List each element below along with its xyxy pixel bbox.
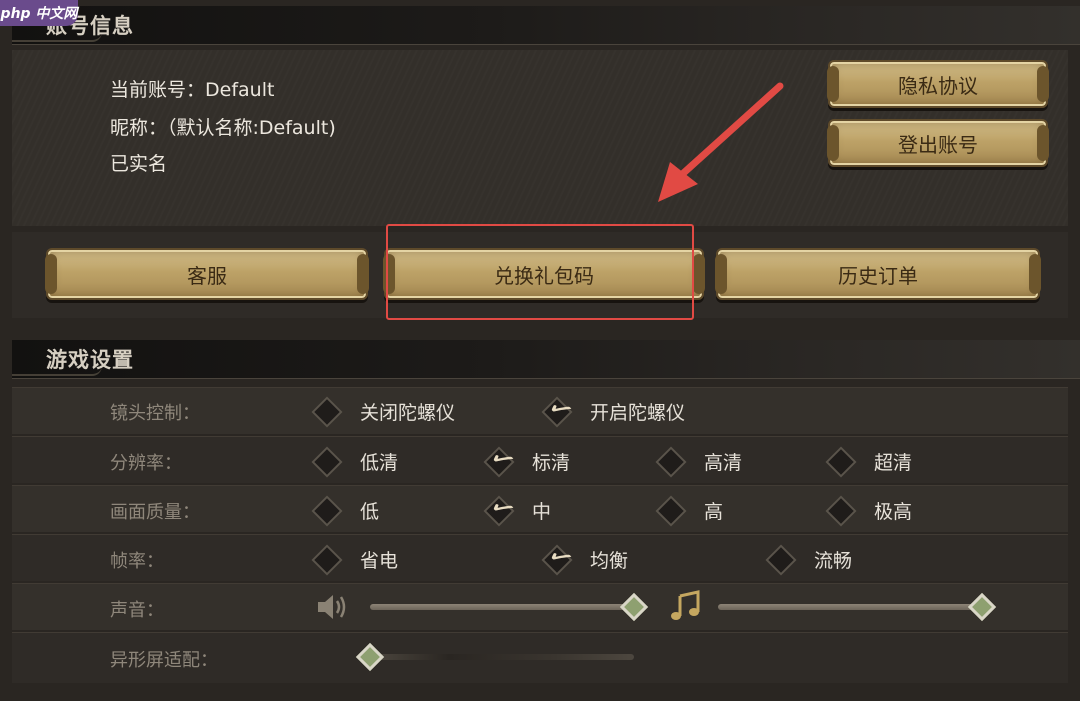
order-history-button[interactable]: 历史订单 — [715, 248, 1041, 300]
order-history-button-label: 历史订单 — [838, 263, 918, 288]
support-button[interactable]: 客服 — [45, 248, 369, 300]
annotation-highlight-box — [386, 224, 694, 320]
logout-button[interactable]: 登出账号 — [827, 119, 1049, 167]
option-quality-high[interactable]: 高 — [655, 494, 723, 527]
notch-adapt-label: 异形屏适配： — [110, 650, 218, 671]
sound-label: 声音： — [110, 600, 164, 621]
option-resolution-high[interactable]: 高清 — [655, 445, 742, 478]
verified-status: 已实名 — [110, 153, 168, 175]
settings-section-header: 游戏设置 — [12, 340, 1080, 379]
option-quality-medium[interactable]: ✓ 中 — [483, 488, 551, 528]
checkmark-icon: ✓ — [540, 388, 581, 429]
music-volume-slider[interactable] — [718, 604, 982, 610]
nickname-text: 昵称：（默认名称:Default) — [110, 117, 336, 139]
framerate-label: 帧率： — [110, 551, 164, 572]
notch-adapt-slider[interactable] — [370, 654, 634, 660]
option-framerate-balanced[interactable]: ✓ 均衡 — [541, 537, 628, 577]
privacy-button[interactable]: 隐私协议 — [827, 60, 1049, 108]
checkmark-icon: ✓ — [482, 438, 523, 479]
annotation-arrow-icon — [658, 82, 784, 202]
music-note-icon — [671, 590, 700, 620]
option-framerate-power-save[interactable]: 省电 — [311, 543, 398, 576]
option-quality-ultra[interactable]: 极高 — [825, 494, 912, 527]
option-quality-low[interactable]: 低 — [311, 494, 379, 527]
camera-control-label: 镜头控制： — [110, 403, 200, 424]
resolution-label: 分辨率： — [110, 453, 182, 474]
option-resolution-standard[interactable]: ✓ 标清 — [483, 439, 570, 479]
speaker-icon — [318, 595, 346, 619]
account-section-header: 账号信息 — [12, 6, 1080, 45]
checkmark-icon: ✓ — [540, 536, 581, 577]
option-resolution-ultra[interactable]: 超清 — [825, 445, 912, 478]
watermark-logo: php 中文网 — [0, 0, 78, 26]
framerate-row — [12, 534, 1068, 581]
option-framerate-smooth[interactable]: 流畅 — [765, 543, 852, 576]
settings-section-title: 游戏设置 — [46, 347, 134, 372]
sfx-volume-slider[interactable] — [370, 604, 634, 610]
current-account-text: 当前账号：Default — [110, 79, 275, 101]
option-resolution-low[interactable]: 低清 — [311, 445, 398, 478]
checkmark-icon: ✓ — [482, 487, 523, 528]
logout-button-label: 登出账号 — [898, 132, 978, 157]
option-gyro-off[interactable]: 关闭陀螺仪 — [311, 395, 455, 428]
support-button-label: 客服 — [187, 263, 227, 288]
option-gyro-on[interactable]: ✓ 开启陀螺仪 — [541, 389, 685, 429]
privacy-button-label: 隐私协议 — [898, 73, 978, 98]
graphics-quality-label: 画面质量： — [110, 502, 200, 523]
